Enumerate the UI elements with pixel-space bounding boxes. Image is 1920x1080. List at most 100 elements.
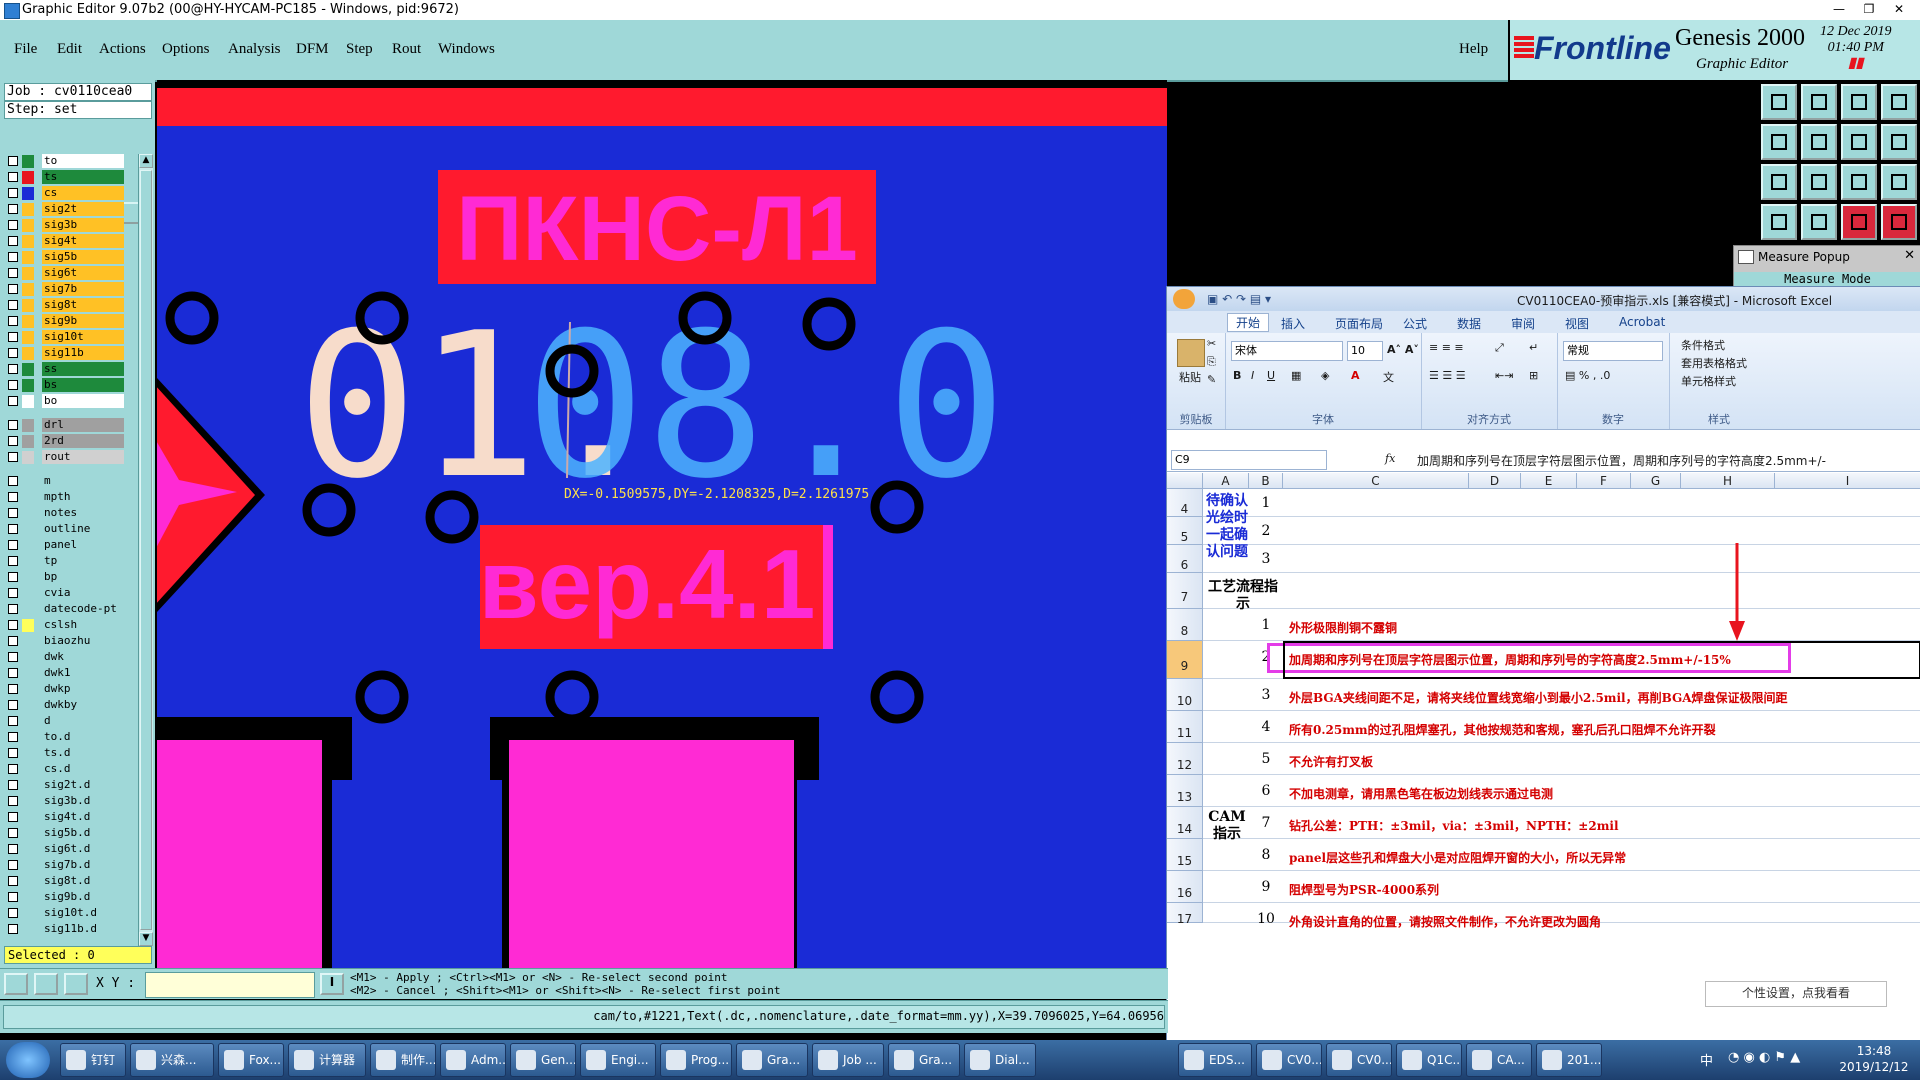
layer-row[interactable]: sig4t xyxy=(4,234,124,248)
layer-row[interactable]: d xyxy=(4,714,124,728)
layer-color-swatch[interactable] xyxy=(22,155,34,168)
info-icon[interactable]: I xyxy=(320,973,344,995)
office-button-icon[interactable] xyxy=(1173,289,1195,309)
layer-checkbox[interactable] xyxy=(8,252,18,262)
layer-checkbox[interactable] xyxy=(8,300,18,310)
layer-row[interactable]: rout xyxy=(4,450,124,464)
taskbar-button[interactable]: 兴森... xyxy=(130,1043,214,1077)
italic-icon[interactable]: I xyxy=(1251,369,1254,382)
layer-row[interactable]: to xyxy=(4,154,124,168)
layer-color-swatch[interactable] xyxy=(22,779,34,792)
ribbon-tab[interactable]: 页面布局 xyxy=(1335,315,1383,332)
layer-color-swatch[interactable] xyxy=(22,699,34,712)
taskbar-button[interactable]: Gra... xyxy=(736,1043,808,1077)
layer-name[interactable]: biaozhu xyxy=(42,634,124,648)
phonetic-icon[interactable]: 文 xyxy=(1383,369,1394,385)
menu-options[interactable]: Options xyxy=(162,41,210,58)
layer-color-swatch[interactable] xyxy=(22,667,34,680)
ribbon-tab[interactable]: Acrobat xyxy=(1619,315,1665,329)
menu-actions[interactable]: Actions xyxy=(99,41,146,58)
layer-color-swatch[interactable] xyxy=(22,491,34,504)
row-header[interactable]: 12 xyxy=(1167,743,1203,775)
layer-row[interactable]: biaozhu xyxy=(4,634,124,648)
layer-name[interactable]: tp xyxy=(42,554,124,568)
layer-checkbox[interactable] xyxy=(8,236,18,246)
font-color-icon[interactable]: A xyxy=(1351,369,1360,382)
menu-dfm[interactable]: DFM xyxy=(296,41,329,58)
layer-checkbox[interactable] xyxy=(8,748,18,758)
layer-color-swatch[interactable] xyxy=(22,299,34,312)
layer-name[interactable]: sig2t.d xyxy=(42,778,124,792)
row-header[interactable]: 14 xyxy=(1167,807,1203,839)
layer-checkbox[interactable] xyxy=(8,796,18,806)
layer-checkbox[interactable] xyxy=(8,452,18,462)
select-all-corner[interactable] xyxy=(1167,473,1203,489)
quick-access-icons[interactable]: ▣ ↶ ↷ ▤ ▾ xyxy=(1207,292,1271,306)
layer-name[interactable]: sig10t.d xyxy=(42,906,124,920)
layer-row[interactable]: outline xyxy=(4,522,124,536)
layer-color-swatch[interactable] xyxy=(22,619,34,632)
ribbon-tab[interactable]: 公式 xyxy=(1403,315,1427,332)
layer-checkbox[interactable] xyxy=(8,668,18,678)
excel-title-bar[interactable]: ▣ ↶ ↷ ▤ ▾ CV0110CEA0-预审指示.xls [兼容模式] - M… xyxy=(1167,287,1920,311)
layer-row[interactable]: sig2t xyxy=(4,202,124,216)
taskbar-button[interactable]: Gen... xyxy=(510,1043,576,1077)
layer-color-swatch[interactable] xyxy=(22,875,34,888)
layer-checkbox[interactable] xyxy=(8,364,18,374)
layer-row[interactable]: mpth xyxy=(4,490,124,504)
layer-name[interactable]: sig11b.d xyxy=(42,922,124,936)
row-header[interactable]: 6 xyxy=(1167,545,1203,573)
tool-button-14[interactable] xyxy=(1801,204,1837,240)
layer-name[interactable]: sig4t.d xyxy=(42,810,124,824)
layer-checkbox[interactable] xyxy=(8,420,18,430)
tool-button-16[interactable] xyxy=(1881,204,1917,240)
layer-name[interactable]: datecode-pt xyxy=(42,602,124,616)
layer-checkbox[interactable] xyxy=(8,508,18,518)
layer-row[interactable]: dwkp xyxy=(4,682,124,696)
taskbar-button[interactable]: Prog... xyxy=(660,1043,732,1077)
layer-row[interactable]: dwkby xyxy=(4,698,124,712)
layer-checkbox[interactable] xyxy=(8,716,18,726)
maximize-button[interactable]: ❐ xyxy=(1854,2,1884,18)
layer-color-swatch[interactable] xyxy=(22,651,34,664)
cut-icon[interactable]: ✂ xyxy=(1207,337,1216,350)
orientation-icon[interactable]: ⤢ xyxy=(1495,341,1504,355)
conditional-format-button[interactable]: 条件格式 xyxy=(1681,337,1725,353)
layer-checkbox[interactable] xyxy=(8,764,18,774)
layer-color-swatch[interactable] xyxy=(22,171,34,184)
taskbar-button[interactable]: Fox... xyxy=(218,1043,284,1077)
layer-name[interactable]: sig11b xyxy=(42,346,124,360)
tool-button-13[interactable] xyxy=(1761,204,1797,240)
layer-color-swatch[interactable] xyxy=(22,827,34,840)
layer-name[interactable]: d xyxy=(42,714,124,728)
taskbar-button[interactable]: Gra... xyxy=(888,1043,960,1077)
layer-color-swatch[interactable] xyxy=(22,379,34,392)
taskbar-button[interactable]: EDS... xyxy=(1178,1043,1252,1077)
menu-analysis[interactable]: Analysis xyxy=(228,41,281,58)
layer-name[interactable]: dwk xyxy=(42,650,124,664)
menu-edit[interactable]: Edit xyxy=(57,41,82,58)
layer-name[interactable]: ts xyxy=(42,170,124,184)
layer-row[interactable]: sig11b.d xyxy=(4,922,124,936)
layer-color-swatch[interactable] xyxy=(22,795,34,808)
excel-window[interactable]: ▣ ↶ ↷ ▤ ▾ CV0110CEA0-预审指示.xls [兼容模式] - M… xyxy=(1166,286,1920,1042)
font-size-box[interactable]: 10 xyxy=(1347,341,1383,361)
layer-color-swatch[interactable] xyxy=(22,219,34,232)
layer-row[interactable]: sig2t.d xyxy=(4,778,124,792)
layer-row[interactable]: cvia xyxy=(4,586,124,600)
currency-icon[interactable]: ▤ % , .0 xyxy=(1565,369,1610,382)
layer-row[interactable]: dwk xyxy=(4,650,124,664)
grid-icon[interactable] xyxy=(64,973,88,995)
layer-color-swatch[interactable] xyxy=(22,395,34,408)
layer-name[interactable]: bp xyxy=(42,570,124,584)
layer-color-swatch[interactable] xyxy=(22,763,34,776)
layer-name[interactable]: m xyxy=(42,474,124,488)
tool-button-4[interactable] xyxy=(1881,84,1917,120)
menu-help[interactable]: Help xyxy=(1459,41,1488,58)
layer-row[interactable]: sig7b.d xyxy=(4,858,124,872)
layer-row[interactable]: sig4t.d xyxy=(4,810,124,824)
underline-icon[interactable]: U xyxy=(1267,369,1275,382)
layer-checkbox[interactable] xyxy=(8,204,18,214)
layer-color-swatch[interactable] xyxy=(22,451,34,464)
column-header[interactable]: B xyxy=(1249,473,1283,489)
